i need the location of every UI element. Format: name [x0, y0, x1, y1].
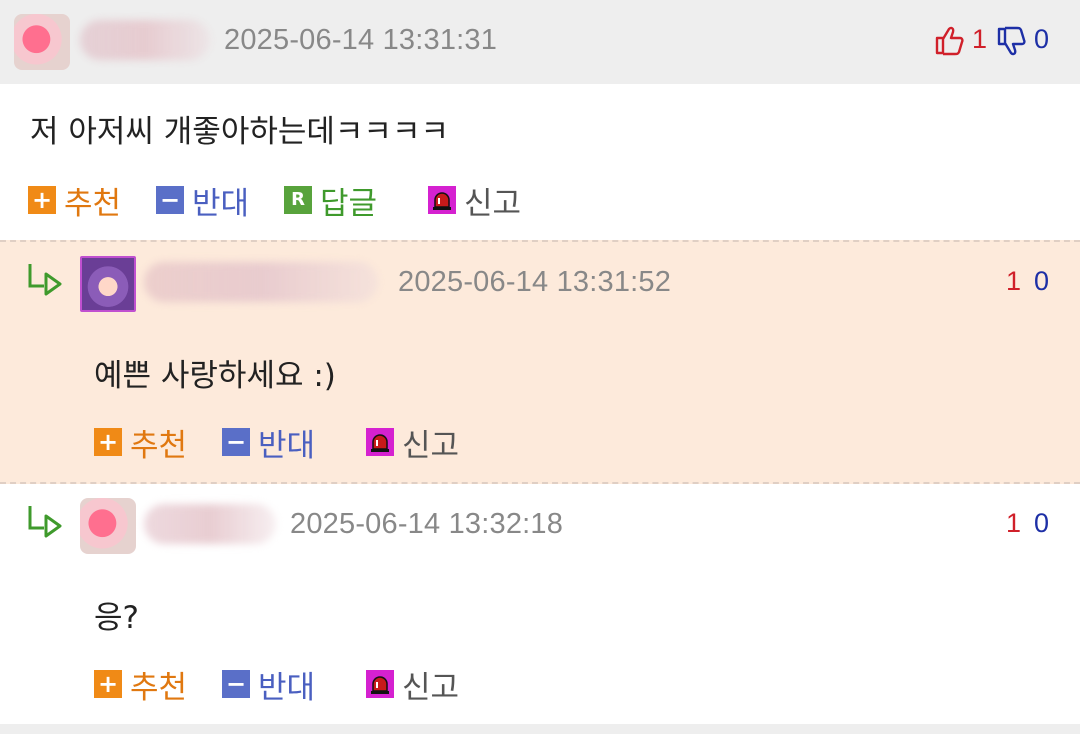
siren-icon [366, 428, 394, 456]
upvote-count: 1 [1006, 508, 1022, 538]
minus-icon: − [156, 186, 184, 214]
comment-text: 응? [94, 600, 139, 636]
username-blurred[interactable] [144, 504, 276, 544]
minus-icon: − [222, 428, 250, 456]
recommend-label: 추천 [64, 185, 122, 222]
upvote-count: 1 [972, 24, 988, 54]
comment-timestamp: 2025-06-14 13:31:31 [224, 24, 498, 56]
reply-button[interactable]: R 답글 [284, 180, 378, 222]
reply-label: 답글 [320, 185, 378, 222]
recommend-button[interactable]: + 추천 [28, 180, 122, 222]
oppose-label: 반대 [258, 427, 316, 464]
upvote-count: 1 [1006, 266, 1022, 296]
avatar[interactable] [80, 498, 136, 554]
reply-arrow-icon [28, 264, 62, 296]
plus-icon: + [28, 186, 56, 214]
report-button[interactable]: 신고 [366, 664, 460, 706]
recommend-label: 추천 [130, 669, 188, 706]
report-label: 신고 [402, 669, 460, 706]
oppose-button[interactable]: − 반대 [156, 180, 250, 222]
plus-icon: + [94, 670, 122, 698]
oppose-label: 반대 [192, 185, 250, 222]
comment-text: 예쁜 사랑하세요 :) [94, 358, 336, 394]
oppose-button[interactable]: − 반대 [222, 422, 316, 464]
comment-timestamp: 2025-06-14 13:31:52 [398, 266, 672, 298]
oppose-button[interactable]: − 반대 [222, 664, 316, 706]
recommend-button[interactable]: + 추천 [94, 664, 188, 706]
avatar[interactable] [80, 256, 136, 312]
report-button[interactable]: 신고 [428, 180, 522, 222]
comment-text: 저 아저씨 개좋아하는데ㅋㅋㅋㅋ [30, 114, 449, 150]
siren-icon [366, 670, 394, 698]
downvote-count: 0 [1034, 266, 1050, 296]
downvote-count: 0 [1034, 24, 1050, 54]
recommend-label: 추천 [130, 427, 188, 464]
siren-icon [428, 186, 456, 214]
avatar[interactable] [14, 14, 70, 70]
oppose-label: 반대 [258, 669, 316, 706]
report-label: 신고 [402, 427, 460, 464]
reply-arrow-icon [28, 506, 62, 538]
report-label: 신고 [464, 185, 522, 222]
minus-icon: − [222, 670, 250, 698]
comment-timestamp: 2025-06-14 13:32:18 [290, 508, 564, 540]
reply-r-icon: R [284, 186, 312, 214]
thumbs-up-icon[interactable] [934, 24, 966, 56]
downvote-count: 0 [1034, 508, 1050, 538]
recommend-button[interactable]: + 추천 [94, 422, 188, 464]
username-blurred[interactable] [144, 262, 378, 302]
report-button[interactable]: 신고 [366, 422, 460, 464]
username-blurred[interactable] [80, 20, 210, 60]
bottom-divider [0, 724, 1080, 734]
plus-icon: + [94, 428, 122, 456]
thumbs-down-icon[interactable] [996, 26, 1028, 58]
